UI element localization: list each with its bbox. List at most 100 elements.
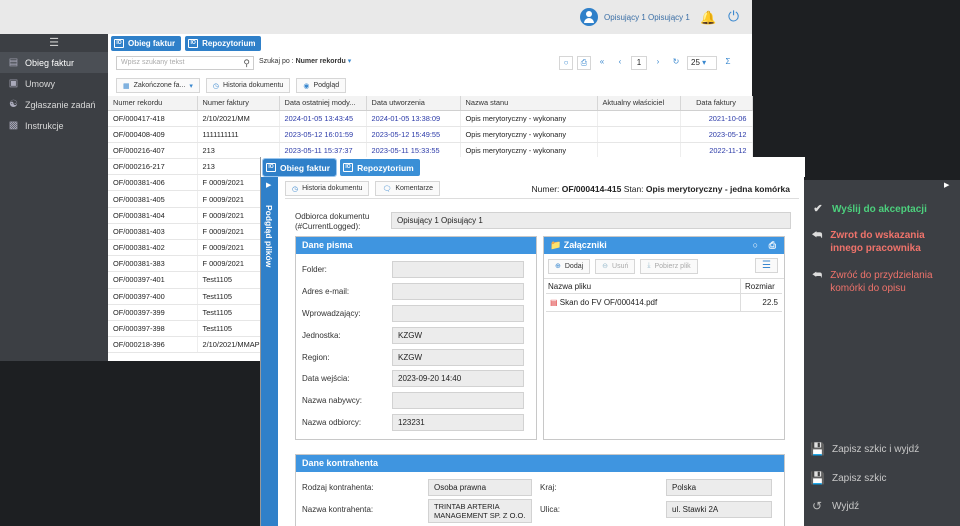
download-icon: ⤓ <box>647 262 651 269</box>
tab-icon: IO <box>343 163 354 172</box>
power-icon[interactable]: ⏻ <box>728 9 742 23</box>
file-name[interactable]: Skan do FV OF/000414.pdf <box>560 298 657 307</box>
field-value[interactable] <box>392 304 524 322</box>
kraj-field[interactable]: Polska <box>666 479 772 496</box>
search-icon[interactable]: ⚲ <box>243 57 250 69</box>
field-label: Jednostka: <box>302 330 341 340</box>
file-preview-label: Podgląd plików <box>264 205 274 268</box>
print-icon[interactable]: ⎙ <box>769 237 776 254</box>
save-button[interactable]: 💾 Zapisz szkic <box>810 471 886 485</box>
ulica-field[interactable]: ul. Stawki 2A <box>666 501 772 518</box>
field-value[interactable] <box>392 261 524 279</box>
column-header[interactable]: Data faktury <box>680 96 753 111</box>
table-row[interactable]: OF/000417-418 2/10/2021/MM 2024-01-05 13:4… <box>108 110 753 127</box>
field-label: Adres e-mail: <box>302 287 350 297</box>
ulica-label: Ulica: <box>540 505 561 514</box>
reload-icon[interactable]: ↻ <box>669 56 683 70</box>
tab-obieg-faktur[interactable]: IO Obieg faktur <box>111 36 182 51</box>
table-cell: OF/000397-400 <box>108 288 198 305</box>
toolbar: ▦ Zakończone fa... ▾ ◷ Historia dokumentu ◉… <box>116 78 347 93</box>
field-value[interactable]: 2023-09-20 14:40 <box>392 370 524 388</box>
refresh-circle-icon[interactable]: ○ <box>753 237 758 254</box>
field-value[interactable]: KZGW <box>392 326 524 344</box>
filter-dropdown[interactable]: ▦ Zakończone fa... ▾ <box>116 78 200 93</box>
history-button[interactable]: ◷ Historia dokumentu <box>285 181 370 196</box>
field-value[interactable]: KZGW <box>392 348 524 366</box>
comment-icon: 🗨 <box>382 185 392 193</box>
next-page-icon[interactable]: › <box>651 56 665 70</box>
form-row: Folder: <box>296 259 536 281</box>
expand-right-icon[interactable]: ▶ <box>266 181 271 189</box>
chevron-down-icon[interactable]: ▾ <box>348 58 352 65</box>
col-size[interactable]: Rozmiar <box>740 279 782 293</box>
history-button[interactable]: ◷ Historia dokumentu <box>205 78 291 93</box>
column-header[interactable]: Numer rekordu <box>108 96 198 111</box>
attachments-header-row: Nazwa pliku Rozmiar <box>546 279 782 294</box>
page-number-input[interactable]: 1 <box>631 56 647 70</box>
column-header[interactable]: Data ostatniej mody... <box>279 96 367 111</box>
column-header[interactable]: Nazwa stanu <box>460 96 598 111</box>
column-header[interactable]: Numer faktury <box>197 96 280 111</box>
check-circle-icon: ✔ <box>813 203 823 215</box>
hamburger-icon[interactable]: ☰ <box>0 34 108 52</box>
return-worker-action[interactable]: ⮪ Zwrot do wskazania innego pracownika <box>812 229 956 255</box>
tab-repozytorium[interactable]: IO Repozytorium <box>185 36 262 51</box>
print-icon[interactable]: ⎙ <box>577 56 591 70</box>
form-row: Nazwa odbiorcy: 123231 <box>296 412 536 434</box>
first-page-icon[interactable]: « <box>595 56 609 70</box>
field-value[interactable]: 123231 <box>392 413 524 431</box>
comments-button[interactable]: 🗨 Komentarze <box>375 181 441 196</box>
table-cell <box>597 126 681 143</box>
exit-button[interactable]: ↺ Wyjdź <box>810 499 859 513</box>
column-header[interactable]: Data utworzenia <box>366 96 461 111</box>
tab-label: Obieg faktur <box>280 162 331 173</box>
user-name[interactable]: Opisujący 1 Opisujący 1 <box>604 13 690 22</box>
accept-action[interactable]: ✔ Wyślij do akceptacji <box>812 203 956 216</box>
odbiorca-field[interactable]: Opisujący 1 Opisujący 1 <box>391 212 791 229</box>
preview-button[interactable]: ◉ Podgląd <box>296 78 347 93</box>
file-preview-toggle[interactable]: ▶ Podgląd plików <box>261 177 278 526</box>
search-by[interactable]: Szukaj po : Numer rekordu ▾ <box>259 57 351 65</box>
table-cell: OF/000397-399 <box>108 304 198 321</box>
tab-obieg-faktur[interactable]: IO Obieg faktur <box>261 158 338 177</box>
menu-icon[interactable]: ☰ <box>755 258 778 273</box>
table-row[interactable]: OF/000408-409 1111111111 2023-05-12 16:01:… <box>108 126 753 143</box>
col-file-name[interactable]: Nazwa pliku <box>546 279 740 293</box>
save-exit-label: Zapisz szkic i wyjdź <box>832 443 920 455</box>
refresh-circle-icon[interactable]: ○ <box>559 56 573 70</box>
desktop-background <box>752 0 960 180</box>
search-input[interactable]: Wpisz szukany tekst ⚲ <box>116 56 254 70</box>
invoice-icon: ▤ <box>8 57 19 68</box>
sum-icon[interactable]: Σ <box>721 56 735 70</box>
column-header[interactable]: Aktualny właściciel <box>597 96 681 111</box>
search-placeholder: Wpisz szukany tekst <box>121 59 185 66</box>
collapse-right-icon[interactable]: ▶ <box>944 181 949 189</box>
dane-kontrahenta-panel: Dane kontrahenta Rodzaj kontrahenta: Oso… <box>295 454 785 526</box>
bell-icon[interactable]: 🔔 <box>700 11 716 24</box>
field-label: Folder: <box>302 265 327 275</box>
attachment-row[interactable]: ▤ Skan do FV OF/000414.pdf 22.5 <box>546 294 782 312</box>
save-exit-button[interactable]: 💾 Zapisz szkic i wyjdź <box>810 442 919 456</box>
tab-repozytorium[interactable]: IO Repozytorium <box>340 159 420 176</box>
avatar[interactable] <box>580 8 598 26</box>
sidebar-item-instrukcje[interactable]: ▩ Instrukcje <box>0 115 108 136</box>
field-value[interactable] <box>392 283 524 301</box>
download-button[interactable]: ⤓ Pobierz plik <box>640 258 698 274</box>
sidebar-item-obieg-faktur[interactable]: ▤ Obieg faktur <box>0 52 108 73</box>
return-cell-action[interactable]: ⮪ Zwróć do przydzielania komórki do opis… <box>812 269 956 295</box>
rodzaj-field[interactable]: Osoba prawna <box>428 479 532 496</box>
field-value[interactable] <box>392 392 524 410</box>
page-size-select[interactable]: 25 ▾ <box>687 56 717 70</box>
rodzaj-label: Rodzaj kontrahenta: <box>302 483 374 492</box>
add-button[interactable]: ⊕ Dodaj <box>548 258 591 274</box>
table-cell: OF/000216-407 <box>108 142 198 160</box>
prev-page-icon[interactable]: ‹ <box>613 56 627 70</box>
nazwa-kontrahenta-field[interactable]: TRINTAB ARTERIA MANAGEMENT SP. Z O.O. <box>428 499 532 523</box>
sidebar-item-zgloszenia[interactable]: ☯ Zgłaszanie zadań <box>0 94 108 115</box>
folder-icon: 📁 <box>550 240 562 250</box>
sidebar-item-umowy[interactable]: ▣ Umowy <box>0 73 108 94</box>
user-menu[interactable]: Opisujący 1 Opisujący 1 <box>580 6 690 28</box>
search-by-select[interactable]: Numer rekordu <box>296 58 346 65</box>
delete-button[interactable]: ⊖ Usuń <box>595 258 636 274</box>
exit-label: Wyjdź <box>832 500 860 512</box>
